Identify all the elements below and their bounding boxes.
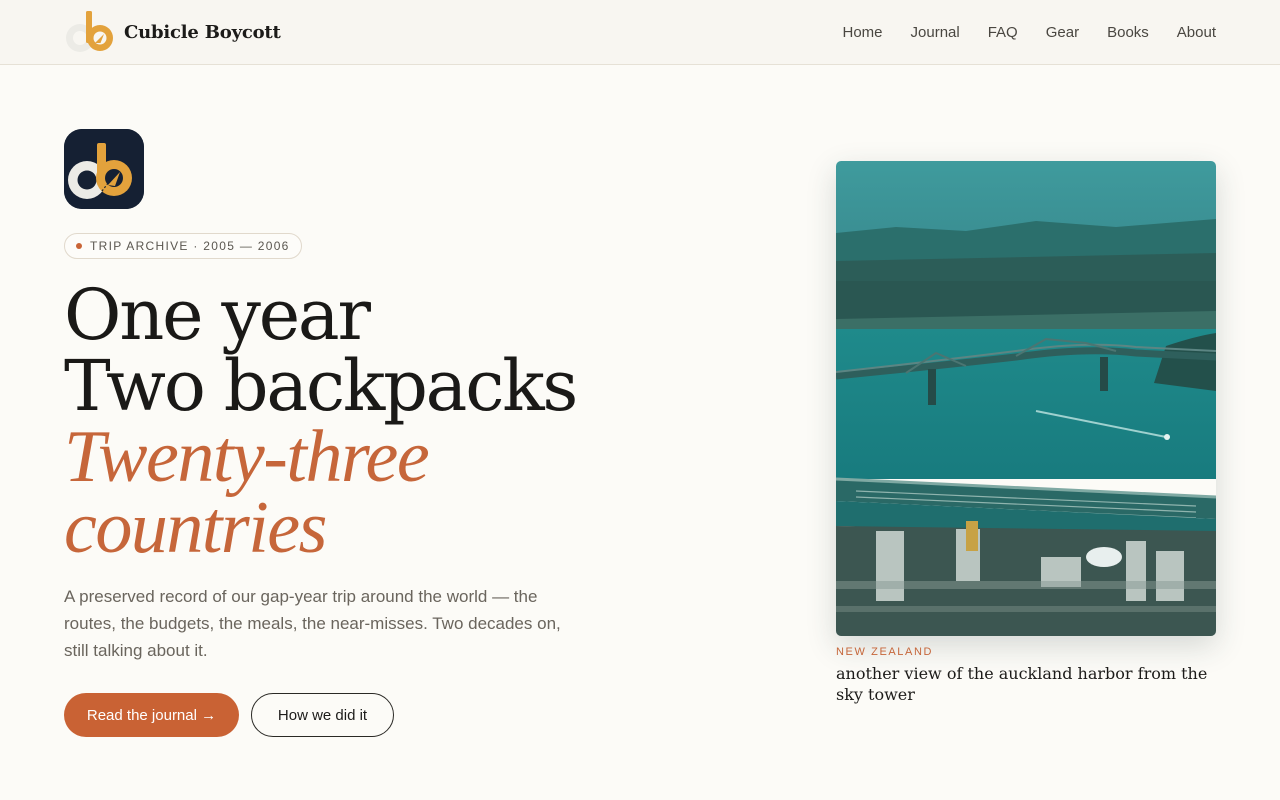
headline-line-4: countries — [64, 487, 327, 569]
badge-dot-icon — [76, 243, 82, 249]
photo-caption: another view of the auckland harbor from… — [836, 664, 1208, 704]
auckland-harbor-photo[interactable] — [836, 161, 1216, 636]
hero-headline: One year Two backpacks Twenty-three coun… — [64, 274, 764, 569]
site-header: Cubicle Boycott Home Journal FAQ Gear Bo… — [0, 0, 1280, 65]
headline-line-3: Twenty-three — [64, 416, 430, 498]
cb-logo-icon — [66, 11, 113, 52]
how-we-did-it-button[interactable]: How we did it — [251, 693, 394, 737]
nav-home[interactable]: Home — [843, 24, 883, 41]
headline-line-1: One year — [64, 274, 371, 356]
headline-line-2: Two backpacks — [64, 345, 578, 427]
nav-faq[interactable]: FAQ — [988, 24, 1018, 41]
nav-gear[interactable]: Gear — [1046, 24, 1079, 41]
photo-country-label: NEW ZEALAND — [836, 646, 934, 658]
main-nav: Home Journal FAQ Gear Books About — [843, 0, 1217, 65]
nav-journal[interactable]: Journal — [911, 24, 960, 41]
hero-lede: A preserved record of our gap-year trip … — [64, 587, 561, 660]
nav-about[interactable]: About — [1177, 24, 1216, 41]
nav-books[interactable]: Books — [1107, 24, 1149, 41]
brand-name: Cubicle Boycott — [124, 21, 281, 43]
brand-link[interactable]: Cubicle Boycott — [64, 10, 281, 54]
trip-archive-badge: TRIP ARCHIVE · 2005 — 2006 — [64, 233, 302, 259]
cb-app-icon — [64, 129, 144, 209]
read-journal-button[interactable]: Read the journal → — [64, 693, 239, 737]
badge-label: TRIP ARCHIVE · 2005 — 2006 — [90, 239, 290, 253]
